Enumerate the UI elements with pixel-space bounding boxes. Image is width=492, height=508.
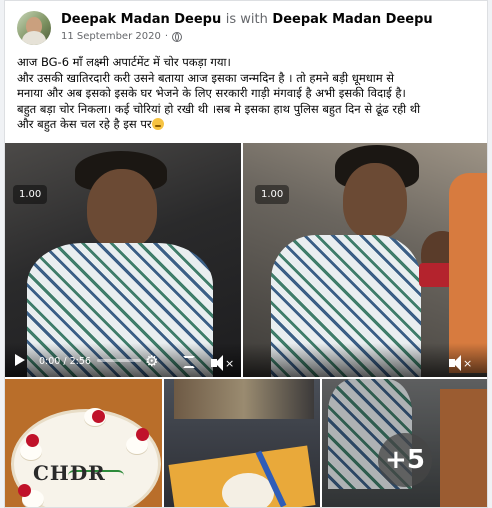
mute-x-icon: × [463, 357, 473, 370]
cake-cherry [92, 410, 105, 423]
caption-line: आज BG-6 माँ लक्ष्मी अपार्टमेंट में चोर प… [17, 55, 231, 69]
photo-background [174, 379, 314, 419]
video-player-2[interactable]: 1.00 × [243, 143, 487, 377]
post-meta: 11 September 2020 · [61, 31, 182, 42]
author-name[interactable]: Deepak Madan Deepu [61, 12, 221, 27]
video-speed-badge[interactable]: 1.00 [13, 185, 48, 204]
cake-cherry [136, 428, 149, 441]
cake-cherry [18, 484, 31, 497]
video-figure-head [87, 169, 157, 249]
caption-line: और बहुत केस चल रहे है इस पर [17, 117, 481, 133]
cake-image [11, 408, 161, 507]
video-controls: 0:00 / 2:56 ⚙ × [5, 343, 241, 377]
photo-thumbnail-more[interactable]: +5 [322, 379, 487, 507]
fullscreen-icon[interactable] [183, 356, 195, 368]
cake-cherry [26, 434, 39, 447]
meta-separator: · [164, 31, 168, 42]
post-caption: आज BG-6 माँ लक्ष्मी अपार्टमेंट में चोर प… [17, 55, 481, 133]
gear-icon[interactable]: ⚙ [145, 354, 158, 369]
play-icon[interactable] [15, 354, 25, 366]
video-player-1[interactable]: 1.00 0:00 / 2:56 ⚙ × [5, 143, 241, 377]
video-time: 0:00 / 2:56 [39, 356, 91, 367]
caption-line: और उसकी खातिरदारी करी उसने बताया आज इसका… [17, 70, 395, 85]
post-date[interactable]: 11 September 2020 [61, 31, 161, 42]
author-line: Deepak Madan Deepu is with Deepak Madan … [61, 12, 433, 27]
photo-thumbnail-2[interactable] [164, 379, 320, 507]
globe-icon [172, 31, 182, 42]
speaker-muted-icon[interactable] [211, 355, 223, 371]
speaker-muted-icon[interactable] [449, 355, 461, 371]
more-photos-count[interactable]: +5 [378, 433, 432, 487]
video-controls: × [243, 343, 487, 377]
photo-thumbnail-cake[interactable]: CHDR [5, 379, 162, 507]
mute-x-icon: × [225, 357, 235, 370]
photo-cake [222, 473, 274, 507]
caption-line: मनाया और अब इसको इसके घर भेजने के लिए सर… [17, 86, 406, 101]
video-figure-head [343, 163, 407, 239]
with-text: is with [225, 12, 268, 27]
post-header: Deepak Madan Deepu is with Deepak Madan … [17, 11, 477, 47]
post-card: Deepak Madan Deepu is with Deepak Madan … [4, 0, 488, 508]
cake-text: CHDR [33, 461, 106, 485]
caption-line-text: और बहुत केस चल रहे है इस पर [17, 117, 152, 132]
caption-line: बहुत बड़ा चोर निकला। कई चोरियां हो रखी थ… [17, 101, 421, 116]
video-progress-bar[interactable] [97, 359, 141, 362]
video-speed-badge[interactable]: 1.00 [255, 185, 290, 204]
tagged-name[interactable]: Deepak Madan Deepu [272, 12, 432, 27]
emoji-icon [151, 118, 164, 131]
author-avatar[interactable] [17, 11, 51, 45]
